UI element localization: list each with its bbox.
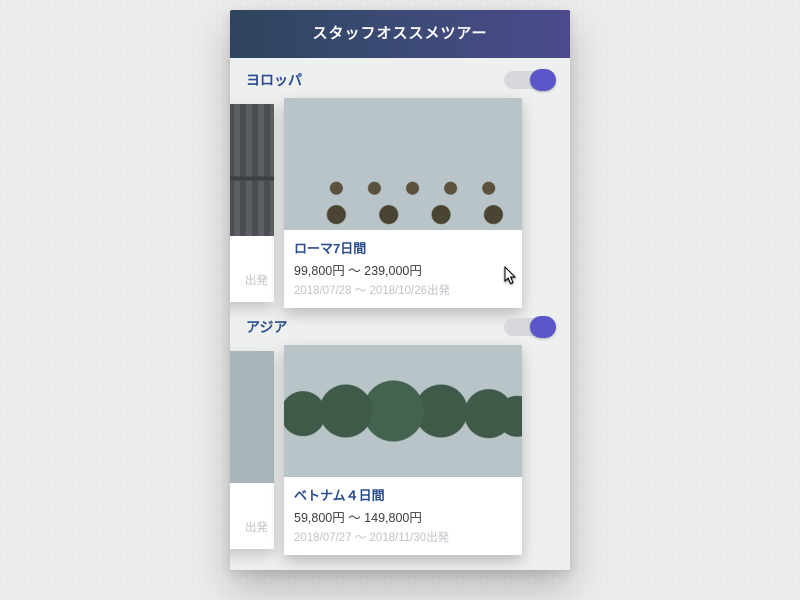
page-title: スタッフオススメツアー <box>230 10 570 58</box>
toggle-knob-icon <box>530 69 556 91</box>
tour-card-body: ベトナム４日間 59,800円 〜 149,800円 2018/07/27 〜 … <box>284 477 522 555</box>
tour-card-body: 出発 <box>230 483 274 545</box>
tour-card-peek[interactable]: 出発 <box>230 104 274 302</box>
asia-carousel[interactable]: 出発 ベトナム４日間 59,800円 〜 149,800円 2018/07/27… <box>246 345 554 560</box>
tour-image <box>230 104 274 236</box>
tour-price: 99,800円 〜 239,000円 <box>294 260 512 279</box>
europe-carousel[interactable]: 出発 ローマ7日間 99,800円 〜 239,000円 2018/07/28 … <box>246 98 554 313</box>
tour-dates: 2018/07/27 〜 2018/11/30出発 <box>294 529 512 545</box>
tour-price: 59,800円 〜 149,800円 <box>294 507 512 526</box>
tour-dates: 2018/07/28 〜 2018/10/26出発 <box>294 282 512 298</box>
tour-image <box>284 98 522 230</box>
app-frame: スタッフオススメツアー ヨロッパ 出発 ローマ7日 <box>230 10 570 570</box>
tour-title: ベトナム４日間 <box>294 485 512 504</box>
tour-card-body: 出発 <box>230 236 274 298</box>
tour-image <box>284 345 522 477</box>
europe-toggle[interactable] <box>504 71 554 89</box>
tour-dates: 出発 <box>230 519 268 535</box>
tour-card-body: ローマ7日間 99,800円 〜 239,000円 2018/07/28 〜 2… <box>284 230 522 308</box>
toggle-knob-icon <box>530 316 556 338</box>
tour-card-peek[interactable]: 出発 <box>230 351 274 549</box>
section-europe: ヨロッパ 出発 ローマ7日間 99,800円 〜 239,000円 <box>230 58 570 313</box>
section-head: ヨロッパ <box>246 70 554 90</box>
tour-card[interactable]: ローマ7日間 99,800円 〜 239,000円 2018/07/28 〜 2… <box>284 98 522 308</box>
tour-title: ローマ7日間 <box>294 238 512 257</box>
section-title: ヨロッパ <box>246 70 302 90</box>
tour-card[interactable]: ベトナム４日間 59,800円 〜 149,800円 2018/07/27 〜 … <box>284 345 522 555</box>
tour-image <box>230 351 274 483</box>
section-title: アジア <box>246 317 287 337</box>
section-head: アジア <box>246 317 554 337</box>
section-asia: アジア 出発 ベトナム４日間 59,800円 〜 149,800円 201 <box>230 313 570 560</box>
asia-toggle[interactable] <box>504 318 554 336</box>
tour-dates: 出発 <box>230 272 268 288</box>
